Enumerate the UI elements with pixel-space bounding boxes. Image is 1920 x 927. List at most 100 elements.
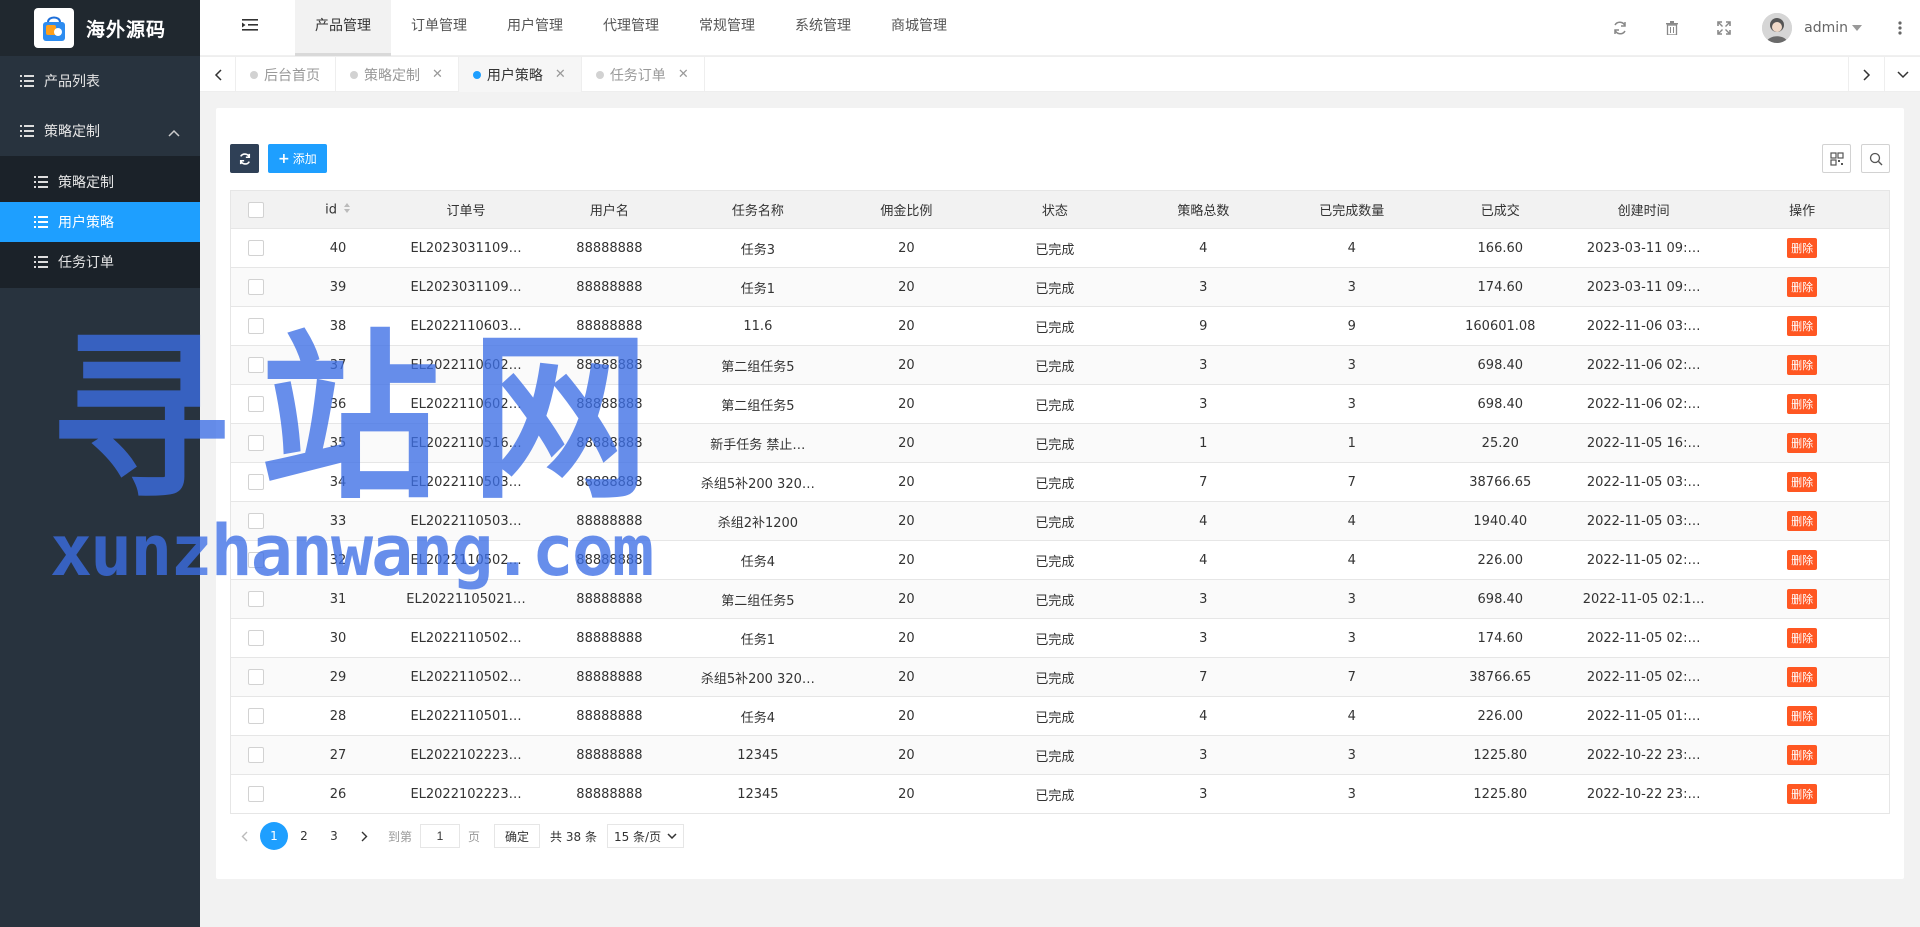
table-cell: 29 [281,657,395,697]
nav-mall-management[interactable]: 商城管理 [871,0,967,56]
table-row: 36 EL2022110602… 88888888 第二组任务5 20 已完成 3 3 698.… [230,384,1890,424]
prev-page-icon[interactable] [230,822,258,850]
row-checkbox[interactable] [248,513,265,529]
table-cell: 20 [834,462,979,502]
tabs-menu-chevron-down-icon[interactable] [1884,57,1920,92]
tab-home[interactable]: 后台首页 [236,57,336,92]
nav-order-management[interactable]: 订单管理 [391,0,487,56]
refresh-button[interactable] [230,144,259,173]
table-cell: 1940.40 [1428,501,1572,541]
column-header: 任务名称 [681,190,835,229]
table-cell: EL2022110516… [394,423,538,463]
table-cell: 任务1 [681,267,835,307]
row-checkbox[interactable] [248,240,265,256]
search-icon[interactable] [1861,144,1890,173]
row-checkbox[interactable] [248,318,265,334]
close-icon[interactable]: ✕ [678,67,689,82]
row-checkbox[interactable] [248,708,265,724]
row-select-cell [230,618,282,658]
add-button[interactable]: + 添加 [268,144,327,173]
avatar[interactable] [1762,13,1793,43]
goto-confirm-button[interactable]: 确定 [494,824,541,848]
delete-button[interactable]: 删除 [1787,667,1818,687]
data-table: id 订单号 用户名 任务名称 佣金比例 状态 策略总数 已完成数量 已成交 创… [230,190,1890,814]
table-tools [1812,144,1890,173]
row-checkbox[interactable] [248,474,265,490]
page-size-select[interactable]: 15 条/页 [606,824,685,848]
delete-button[interactable]: 删除 [1787,394,1818,414]
row-actions-cell: 删除 [1715,774,1890,814]
row-checkbox[interactable] [248,279,265,295]
user-name[interactable]: admin [1804,20,1848,36]
next-page-icon[interactable] [350,822,378,850]
row-checkbox[interactable] [248,396,265,412]
sidebar-subitem-task-orders[interactable]: 任务订单 [0,242,200,282]
nav-agent-management[interactable]: 代理管理 [583,0,679,56]
row-checkbox[interactable] [248,669,265,685]
delete-button[interactable]: 删除 [1787,433,1818,453]
refresh-icon[interactable] [1594,0,1646,56]
goto-page-input[interactable] [420,824,461,848]
table-row: 31 EL20221105021… 88888888 第二组任务5 20 已完成 3 3 698… [230,579,1890,619]
trash-icon[interactable] [1646,0,1698,56]
table-cell: EL2022110602… [394,345,538,385]
more-icon[interactable] [1880,0,1920,56]
close-icon[interactable]: ✕ [432,67,443,82]
delete-button[interactable]: 删除 [1787,472,1818,492]
row-checkbox[interactable] [248,630,265,646]
tab-user-strategy[interactable]: 用户策略 ✕ [458,57,582,92]
sort-icon[interactable] [343,202,351,218]
select-all-cell [230,190,282,229]
table-cell: 3 [1131,774,1275,814]
table-cell: EL2022110602… [394,384,538,424]
close-icon[interactable]: ✕ [555,67,566,82]
nav-general-management[interactable]: 常规管理 [679,0,775,56]
delete-button[interactable]: 删除 [1787,589,1818,609]
row-checkbox[interactable] [248,591,265,607]
delete-button[interactable]: 删除 [1787,511,1818,531]
delete-button[interactable]: 删除 [1787,745,1818,765]
nav-system-management[interactable]: 系统管理 [775,0,871,56]
tab-task-orders[interactable]: 任务订单 ✕ [582,57,705,92]
row-actions-cell: 删除 [1715,267,1890,307]
nav-product-management[interactable]: 产品管理 [295,0,391,56]
delete-button[interactable]: 删除 [1787,784,1818,804]
column-header: 订单号 [394,190,538,229]
delete-button[interactable]: 删除 [1787,277,1818,297]
page-2-button[interactable]: 2 [290,822,318,850]
page-1-button[interactable]: 1 [260,822,288,850]
row-checkbox[interactable] [248,357,265,373]
table-cell: 9 [1131,306,1275,346]
table-cell: 2022-10-22 23:… [1571,735,1716,775]
column-header[interactable]: id [281,190,395,229]
fullscreen-icon[interactable] [1698,0,1750,56]
caret-down-icon[interactable] [1852,25,1862,31]
delete-button[interactable]: 删除 [1787,355,1818,375]
delete-button[interactable]: 删除 [1787,238,1818,258]
delete-button[interactable]: 删除 [1787,628,1818,648]
row-checkbox[interactable] [248,552,265,568]
sidebar-subitem-user-strategy[interactable]: 用户策略 [0,202,200,242]
delete-button[interactable]: 删除 [1787,706,1818,726]
tab-strategy-custom[interactable]: 策略定制 ✕ [336,57,459,92]
row-checkbox[interactable] [248,435,265,451]
sidebar-toggle-icon[interactable] [242,18,258,36]
delete-button[interactable]: 删除 [1787,316,1818,336]
tabs-scroll-left-icon[interactable] [200,57,236,92]
page-3-button[interactable]: 3 [320,822,348,850]
tabs-scroll-right-icon[interactable] [1848,57,1884,92]
nav-user-management[interactable]: 用户管理 [487,0,583,56]
goto-label: 到第 [388,829,413,844]
table-cell: EL2022110503… [394,501,538,541]
sidebar-item-strategy[interactable]: 策略定制 [0,106,200,156]
delete-button[interactable]: 删除 [1787,550,1818,570]
row-checkbox[interactable] [248,747,265,763]
select-all-checkbox[interactable] [248,201,265,218]
sidebar-item-product-list[interactable]: 产品列表 [0,56,200,106]
sidebar-subitem-strategy-custom[interactable]: 策略定制 [0,162,200,202]
sidebar-subitem-label: 用户策略 [58,215,114,231]
table-cell: 88888888 [537,306,682,346]
column-header: 状态 [978,190,1132,229]
columns-icon[interactable] [1822,144,1851,173]
row-checkbox[interactable] [248,786,265,802]
